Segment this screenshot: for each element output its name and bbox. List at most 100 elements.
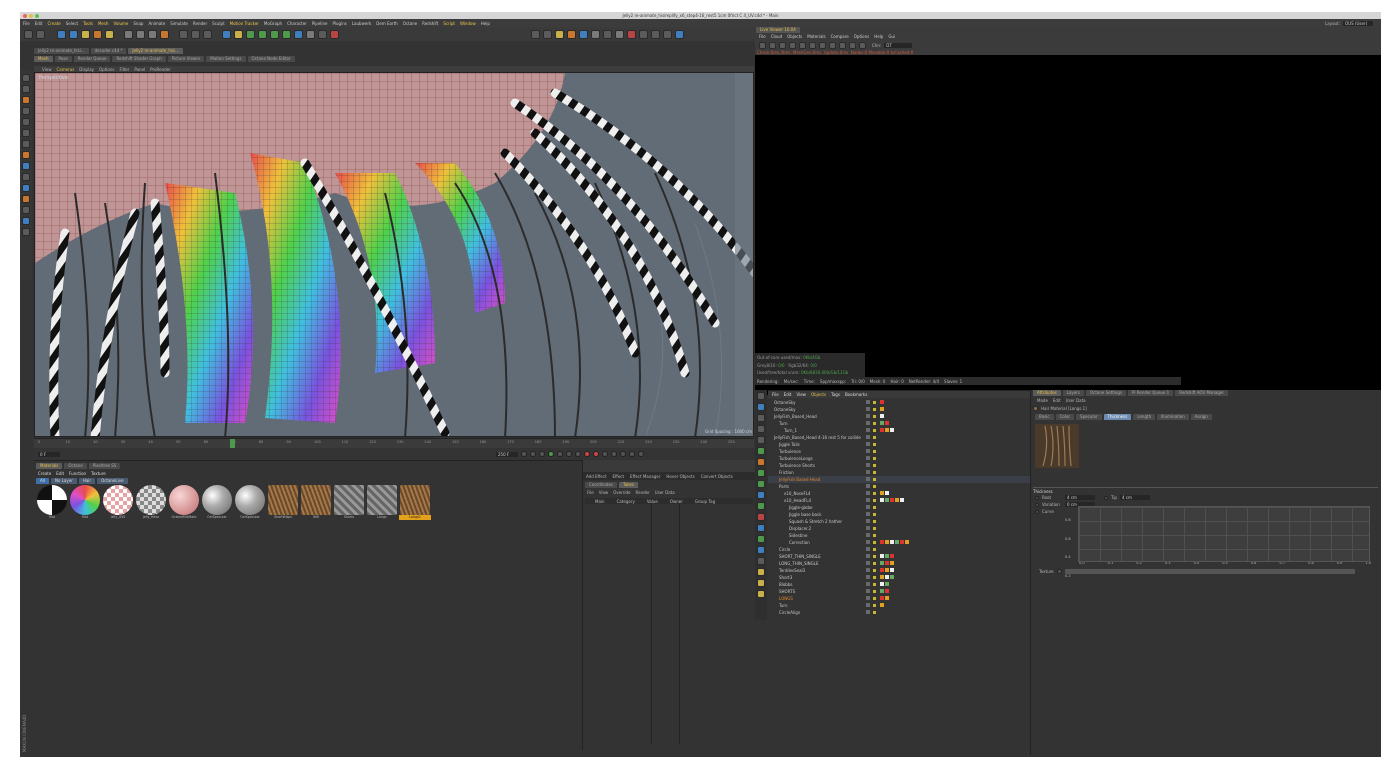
object-row[interactable]: Jiggle base back [768,511,1030,518]
timeline-ruler[interactable]: 0102030405060708090100110120130140150160… [34,438,754,448]
object-enabled[interactable] [873,526,876,530]
object-tag-icon[interactable] [885,561,889,566]
menu-laubwerk[interactable]: Laubwerk [352,21,371,26]
scale-icon[interactable] [81,29,90,39]
object-row[interactable]: JellyFish_Based_Head 4-16 rest 5 for col… [768,434,1030,441]
material-filter[interactable]: All [36,478,49,484]
menu-sculpt[interactable]: Sculpt [212,21,225,26]
object-tag-icon[interactable] [880,491,884,496]
subdivision-icon[interactable] [246,29,255,39]
points-mode-icon[interactable] [22,118,30,126]
move-icon[interactable] [69,29,78,39]
lv-menu-item[interactable]: Objects [787,34,802,39]
object-row[interactable]: CircleAlign [768,609,1030,616]
object-row[interactable]: LONGS [768,595,1030,602]
menu-window[interactable]: Window [460,21,476,26]
material-swatch[interactable]: Wifi [300,485,332,523]
om-icon-19[interactable] [757,590,765,598]
array-icon[interactable] [258,29,267,39]
object-row[interactable]: Sidestine [768,532,1030,539]
om-menu-item[interactable]: File [772,392,779,397]
render-view-icon[interactable] [179,29,188,39]
object-tag-icon[interactable] [890,575,894,580]
lv-pause-icon[interactable] [779,42,786,49]
rotate-icon[interactable] [93,29,102,39]
viewport-menu-item[interactable]: Display [79,67,94,72]
attr-subtab[interactable]: Assign [1190,414,1212,420]
zoom-window-button[interactable] [35,13,39,18]
object-tag-icon[interactable] [895,540,899,545]
material-swatch[interactable]: Mat [36,485,68,523]
material-tab[interactable]: Materials [36,463,63,469]
om-icon-2[interactable] [757,403,765,411]
model-mode-icon[interactable] [22,85,30,93]
paint-icon[interactable] [22,217,30,225]
object-tag-icon[interactable] [880,428,884,433]
object-tag-icon[interactable] [885,589,889,594]
object-visibility[interactable] [866,498,870,503]
material-swatch[interactable]: Jelly_UVS [102,485,134,523]
object-enabled[interactable] [873,547,876,551]
menu-volume[interactable]: Volume [113,21,128,26]
object-visibility[interactable] [866,526,870,531]
menu-octane[interactable]: Octane [403,21,417,26]
om-icon-8[interactable] [757,469,765,477]
material-swatch[interactable]: ShortWisps [267,485,299,523]
attr-subtab[interactable]: Color [1055,414,1075,420]
keyframe-selection-icon[interactable] [602,451,608,457]
octane-light-icon[interactable] [603,29,612,39]
y-axis-icon[interactable] [136,29,145,39]
object-tag-icon[interactable] [900,498,904,503]
octane-daylight-icon[interactable] [675,29,684,39]
attr-menu-item[interactable]: User Data [1066,398,1086,403]
om-menu-item[interactable]: Bookmarks [845,392,867,397]
object-enabled[interactable] [873,470,876,474]
menu-character[interactable]: Character [287,21,307,26]
object-visibility[interactable] [866,540,870,545]
lv-material-icon[interactable] [809,42,816,49]
attr-subtab[interactable]: Basic [1035,414,1054,420]
object-visibility[interactable] [866,589,870,594]
document-tab[interactable]: Jelly2 re-animate_hisi... [128,48,184,54]
menu-plugins[interactable]: Plugins [333,21,347,26]
solo-icon[interactable] [22,228,30,236]
previous-frame-icon[interactable] [539,451,545,457]
material-menu-item[interactable]: Texture [91,471,106,476]
menu-dem-earth[interactable]: Dem Earth [376,21,397,26]
lv-settings-icon[interactable] [759,42,766,49]
transform-icon[interactable] [105,29,114,39]
object-row[interactable]: Turn [768,602,1030,609]
viewport-subtab[interactable]: Motion Settings [206,56,246,62]
object-tag-icon[interactable] [900,540,904,545]
viewport-menu-item[interactable]: Filter [119,67,129,72]
render-settings-icon[interactable] [203,29,212,39]
object-tag-icon[interactable] [890,428,894,433]
lv-menu-item[interactable]: File [759,34,766,39]
object-visibility[interactable] [866,603,870,608]
octane-settings-icon[interactable] [531,29,540,39]
object-tag-icon[interactable] [880,568,884,573]
effect-manager-label[interactable]: Effect Manager [630,474,660,479]
object-visibility[interactable] [866,610,870,615]
object-enabled[interactable] [873,435,876,439]
om-icon-16[interactable] [757,557,765,565]
object-visibility[interactable] [866,547,870,552]
menu-select[interactable]: Select [66,21,78,26]
object-tag-icon[interactable] [885,568,889,573]
menu-motion-tracker[interactable]: Motion Tracker [230,21,259,26]
object-tag-icon[interactable] [880,603,884,608]
object-visibility[interactable] [866,554,870,559]
coord-menu-item[interactable]: View [599,490,609,495]
attr-tab[interactable]: Octane Settings [1086,390,1127,396]
thickness-curve-graph[interactable] [1078,506,1370,562]
lv-stop-icon[interactable] [789,42,796,49]
object-tag-icon[interactable] [885,596,889,601]
object-visibility[interactable] [866,463,870,468]
om-icon-9[interactable] [757,480,765,488]
object-enabled[interactable] [873,582,876,586]
om-menu-item[interactable]: Objects [811,392,826,397]
object-enabled[interactable] [873,414,876,418]
attr-tab[interactable]: Pi Render Queue 1 [1128,390,1174,396]
octane-volume-icon[interactable] [663,29,672,39]
object-enabled[interactable] [873,596,876,600]
